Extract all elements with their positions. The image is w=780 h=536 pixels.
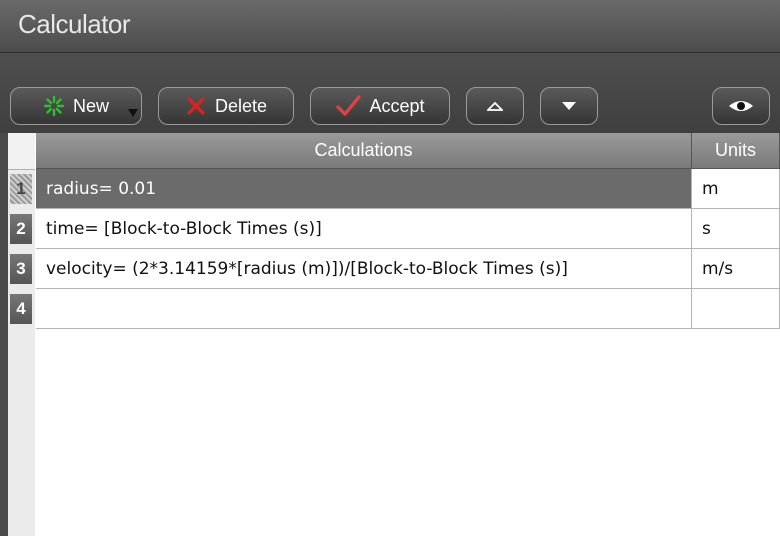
calculations-table: Calculations Units 1 radius= 0.01 m 2 ti… <box>8 133 780 536</box>
calculations-column-header[interactable]: Calculations <box>36 133 692 169</box>
row-number[interactable]: 3 <box>10 254 32 284</box>
x-mark-icon <box>185 95 207 117</box>
units-cell[interactable]: m/s <box>692 249 780 289</box>
move-down-button[interactable] <box>540 87 598 125</box>
accept-button[interactable]: Accept <box>310 87 450 125</box>
window-title: Calculator <box>18 9 131 39</box>
move-up-button[interactable] <box>466 87 524 125</box>
calculation-cell[interactable]: time= [Block-to-Block Times (s)] <box>36 209 692 249</box>
row-number[interactable]: 2 <box>10 214 32 244</box>
accept-button-label: Accept <box>369 95 425 116</box>
toolbar: New Delete Accept <box>0 53 780 133</box>
title-bar: Calculator <box>0 0 780 53</box>
checkmark-icon <box>335 95 362 117</box>
units-cell[interactable] <box>692 289 780 329</box>
dropdown-arrow-icon[interactable] <box>127 108 139 118</box>
eye-icon <box>727 98 755 114</box>
table-row[interactable]: 4 <box>8 289 780 329</box>
calculation-cell[interactable]: velocity= (2*3.14159*[radius (m)])/[Bloc… <box>36 249 692 289</box>
calculation-cell[interactable] <box>36 289 692 329</box>
table-row[interactable]: 2 time= [Block-to-Block Times (s)] s <box>8 209 780 249</box>
chevron-down-icon <box>561 101 577 111</box>
chevron-up-icon <box>487 101 503 111</box>
sparkle-icon <box>43 95 65 117</box>
units-cell[interactable]: m <box>692 169 780 209</box>
units-cell[interactable]: s <box>692 209 780 249</box>
row-number[interactable]: 1 <box>10 174 32 204</box>
new-button[interactable]: New <box>10 87 142 125</box>
delete-button[interactable]: Delete <box>158 87 294 125</box>
calculation-cell[interactable]: radius= 0.01 <box>36 169 692 209</box>
new-button-label: New <box>72 95 109 116</box>
row-number[interactable]: 4 <box>10 294 32 324</box>
view-button[interactable] <box>712 87 770 125</box>
units-column-header[interactable]: Units <box>692 133 780 169</box>
table-row[interactable]: 1 radius= 0.01 m <box>8 169 780 209</box>
delete-button-label: Delete <box>214 95 268 116</box>
table-row[interactable]: 3 velocity= (2*3.14159*[radius (m)])/[Bl… <box>8 249 780 289</box>
table-corner <box>8 133 35 170</box>
